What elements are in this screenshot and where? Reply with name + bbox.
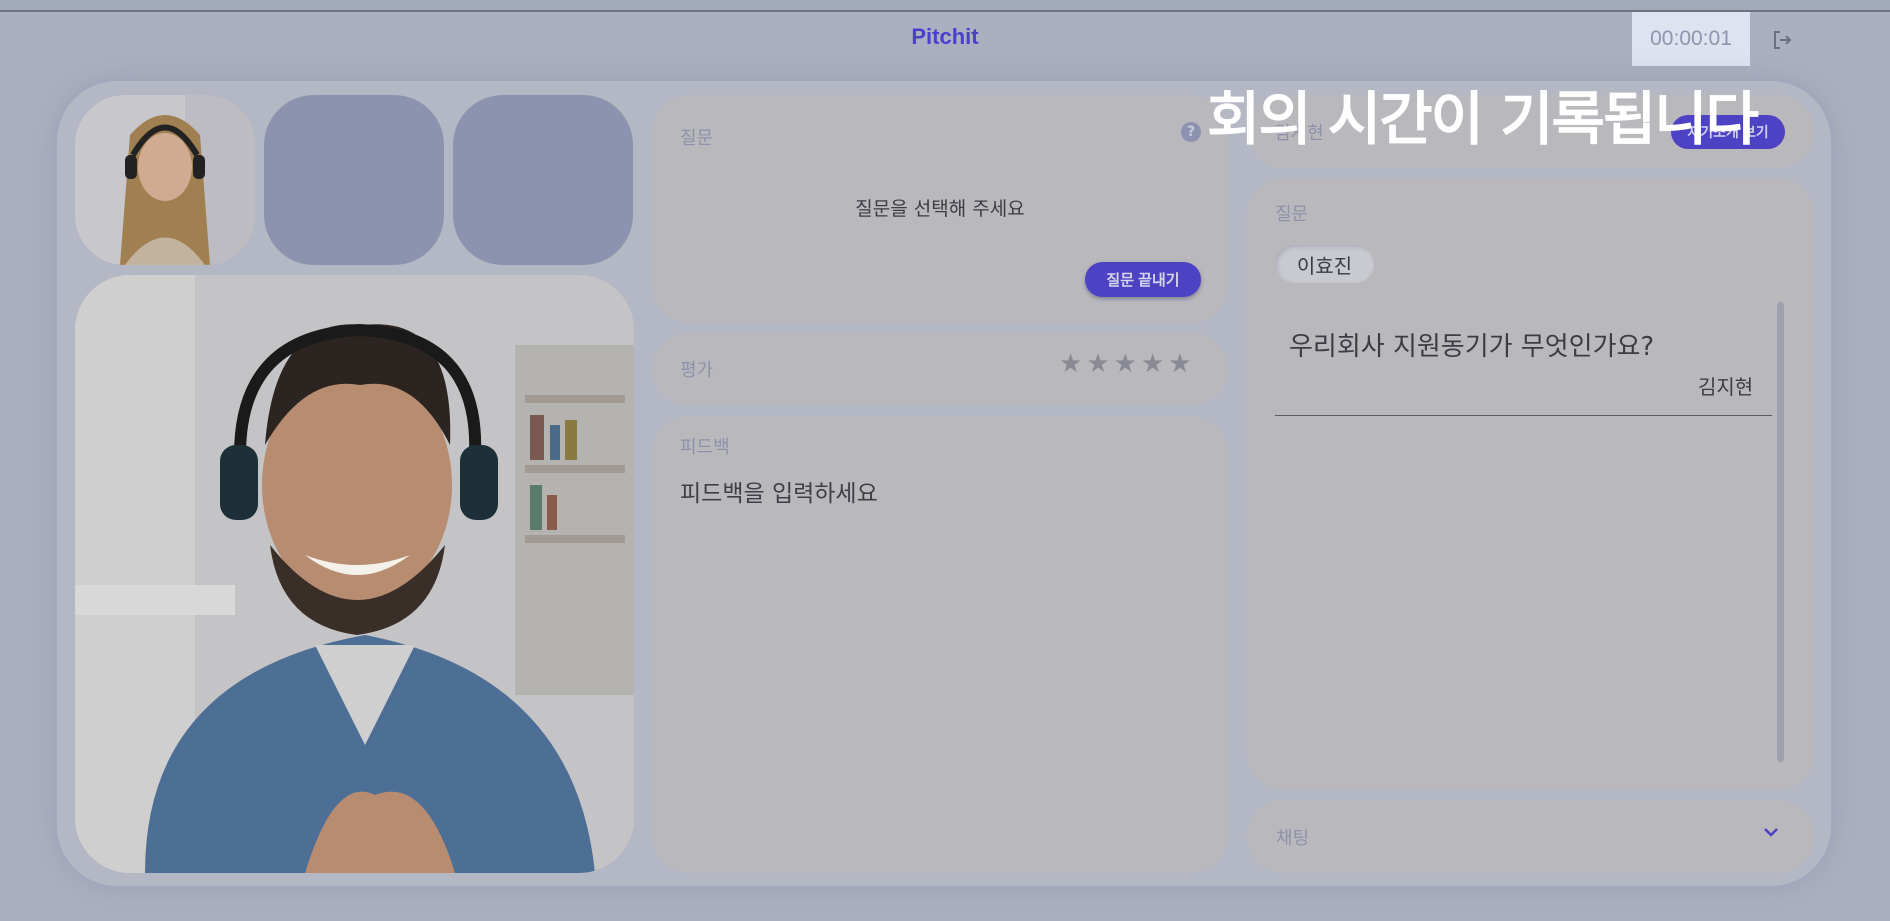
meeting-timer: 00:00:01 bbox=[1632, 12, 1750, 66]
main-video-tile[interactable] bbox=[75, 275, 634, 873]
question-prompt: 질문을 선택해 주세요 bbox=[855, 198, 1025, 220]
logout-icon[interactable] bbox=[1770, 28, 1794, 52]
star-icon[interactable]: ★ bbox=[1114, 351, 1137, 377]
window-top-bar bbox=[0, 0, 1890, 12]
feedback-panel-label: 피드백 bbox=[680, 437, 730, 458]
recording-notice: 회의 시간이 기록됩니다 bbox=[1207, 85, 1759, 153]
question-item-author: 김지현 bbox=[1698, 375, 1754, 399]
participant-tile-3[interactable] bbox=[453, 95, 633, 265]
rating-panel-label: 평가 bbox=[680, 360, 714, 381]
main-speaker-video bbox=[75, 275, 634, 873]
question-item-divider bbox=[1275, 415, 1772, 416]
chevron-down-icon[interactable] bbox=[1762, 823, 1780, 841]
help-icon[interactable]: ? bbox=[1181, 122, 1201, 142]
questions-scrollbar[interactable] bbox=[1777, 302, 1784, 762]
question-panel-label: 질문 bbox=[680, 128, 714, 149]
participant-tile-1[interactable] bbox=[75, 95, 255, 265]
app-brand: Pitchit bbox=[911, 24, 979, 49]
questions-list-label: 질문 bbox=[1275, 204, 1309, 225]
star-icon[interactable]: ★ bbox=[1168, 351, 1191, 377]
star-icon[interactable]: ★ bbox=[1141, 351, 1164, 377]
chat-panel[interactable] bbox=[1247, 800, 1814, 873]
chat-label: 채팅 bbox=[1276, 828, 1310, 849]
rating-stars: ★ ★ ★ ★ ★ bbox=[1059, 351, 1192, 377]
star-icon[interactable]: ★ bbox=[1086, 351, 1109, 377]
asker-chip[interactable]: 이효진 bbox=[1275, 245, 1374, 283]
star-icon[interactable]: ★ bbox=[1059, 351, 1082, 377]
participant-tile-2[interactable] bbox=[264, 95, 444, 265]
question-item-text[interactable]: 우리회사 지원동기가 무엇인가요? bbox=[1289, 326, 1654, 363]
participant-video-woman bbox=[75, 95, 255, 265]
feedback-input[interactable]: 피드백을 입력하세요 bbox=[680, 474, 878, 508]
end-question-button[interactable]: 질문 끝내기 bbox=[1085, 262, 1201, 297]
